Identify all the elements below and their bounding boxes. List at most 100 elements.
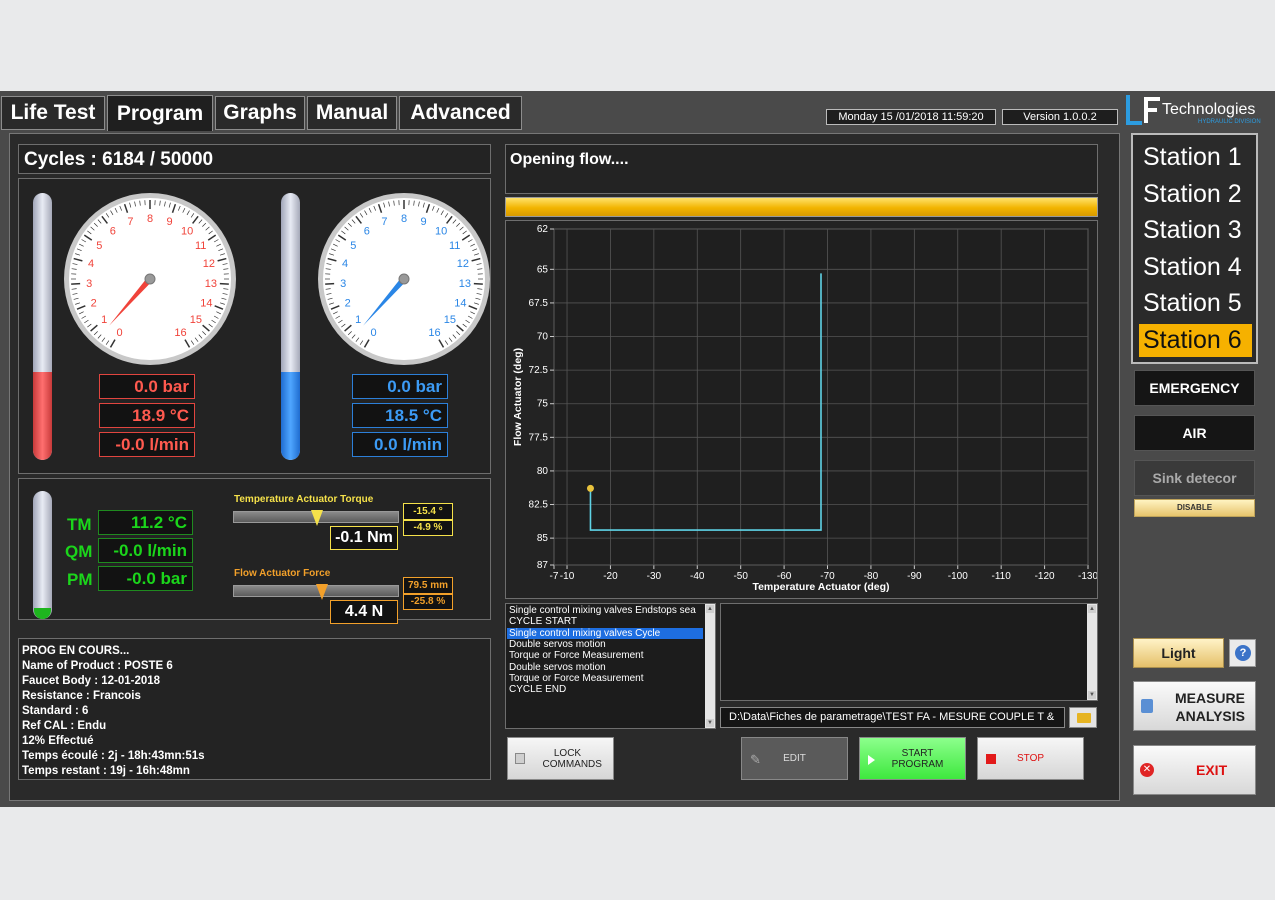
x-tick-label: -100 — [948, 571, 968, 582]
step-item[interactable]: CYCLE START — [509, 616, 705, 627]
app-window: Life Test Program Graphs Manual Advanced… — [0, 91, 1275, 807]
force-title: Flow Actuator Force — [234, 568, 331, 579]
edit-button[interactable]: ✎ EDIT — [741, 737, 848, 780]
brand-name: Technologies — [1162, 101, 1256, 118]
step-item[interactable]: Single control mixing valves Cycle — [507, 627, 703, 639]
gauge-tick-label: 11 — [195, 240, 206, 252]
cycles-counter: Cycles : 6184 / 50000 — [24, 149, 214, 170]
start-program-button[interactable]: START PROGRAM — [859, 737, 966, 780]
qm-value: -0.0 l/min — [98, 538, 193, 563]
station-4[interactable]: Station 4 — [1139, 251, 1252, 284]
edit-label: EDIT — [783, 753, 806, 764]
stop-button[interactable]: STOP — [977, 737, 1084, 780]
folder-icon — [1077, 713, 1091, 723]
folder-open-button[interactable] — [1069, 707, 1097, 728]
tab-life-test[interactable]: Life Test — [1, 96, 105, 130]
blue-pressure-value: 0.0 bar — [352, 374, 448, 399]
y-tick-label: 62 — [537, 224, 549, 235]
force-slider-track[interactable] — [233, 584, 399, 600]
torque-title: Temperature Actuator Torque — [234, 494, 374, 505]
torque-value: -0.1 Nm — [330, 526, 398, 550]
play-icon — [868, 755, 875, 765]
tm-value: 11.2 °C — [98, 510, 193, 535]
disable-button[interactable]: DISABLE — [1134, 499, 1255, 517]
steps-scrollbar[interactable]: ▲ ▼ — [705, 604, 715, 728]
red-pressure-value: 0.0 bar — [99, 374, 195, 399]
y-tick-label: 67.5 — [529, 298, 549, 309]
tab-manual[interactable]: Manual — [307, 96, 397, 130]
light-button[interactable]: Light — [1133, 638, 1224, 668]
status-panel: Opening flow.... — [505, 144, 1098, 194]
tab-program[interactable]: Program — [107, 95, 213, 131]
torque-angle: -15.4 ° — [403, 503, 453, 520]
step-item[interactable]: Torque or Force Measurement — [509, 650, 705, 661]
force-slider-knob[interactable] — [315, 584, 328, 600]
file-path-field[interactable]: D:\Data\Fiches de parametrage\TEST FA - … — [720, 707, 1065, 728]
measure-analysis-button[interactable]: MEASURE ANALYSIS — [1133, 681, 1256, 731]
gauge-tick-label: 15 — [444, 314, 456, 326]
gauge-tick-label: 5 — [96, 240, 102, 252]
gauge-tick-label: 1 — [355, 314, 361, 326]
exit-icon: ✕ — [1140, 763, 1154, 777]
step-item[interactable]: Double servos motion — [509, 662, 705, 673]
station-3[interactable]: Station 3 — [1139, 214, 1252, 247]
gauge-tick-label: 10 — [181, 226, 193, 238]
x-tick-label: -110 — [992, 571, 1012, 582]
y-tick-label: 65 — [537, 264, 549, 275]
lock-commands-button[interactable]: LOCK COMMANDS — [507, 737, 614, 780]
gauge-tick-label: 12 — [457, 258, 469, 270]
temp-tube-red — [33, 193, 52, 460]
main-panel: Cycles : 6184 / 50000 0 1 2 3 4 5 6 7 8 9 10 11 12 13… — [9, 133, 1120, 801]
info-line: Faucet Body : 12-01-2018 — [22, 675, 161, 687]
force-position: 79.5 mm — [403, 577, 453, 594]
gauge-tick-label: 8 — [147, 213, 153, 225]
mixed-panel: TM 11.2 °C QM -0.0 l/min PM -0.0 bar Tem… — [18, 478, 491, 624]
help-icon: ? — [1235, 645, 1251, 661]
step-item[interactable]: Torque or Force Measurement — [509, 673, 705, 684]
step-item[interactable]: Single control mixing valves Endstops se… — [509, 605, 705, 616]
torque-slider-track[interactable] — [233, 510, 399, 526]
station-1[interactable]: Station 1 — [1139, 141, 1252, 174]
program-info-panel: PROG EN COURS... Name of Product : POSTE… — [18, 638, 491, 780]
gauge-tick-label: 1 — [101, 314, 107, 326]
help-button[interactable]: ? — [1229, 639, 1256, 667]
y-tick-label: 85 — [537, 533, 549, 544]
gauge-hub — [144, 273, 156, 285]
gauge-tick-label: 4 — [342, 258, 348, 270]
gauge-tick-label: 4 — [88, 258, 94, 270]
measure-analysis-label: MEASURE ANALYSIS — [1174, 690, 1245, 724]
chart-panel: -7 -10 -20 -30 -40 -50 -60 -70 -80 -90 -100 -110 -12… — [505, 220, 1098, 599]
gauge-tick-label: 13 — [205, 278, 217, 290]
exit-button[interactable]: ✕ EXIT — [1133, 745, 1256, 795]
gauge-tick — [325, 282, 335, 285]
y-tick-label: 70 — [537, 332, 549, 343]
station-6[interactable]: Station 6 — [1139, 323, 1252, 357]
station-2[interactable]: Station 2 — [1139, 178, 1252, 211]
station-list: Station 1 Station 2 Station 3 Station 4 Stat… — [1131, 133, 1258, 364]
log-scrollbar[interactable]: ▲ ▼ — [1087, 604, 1097, 700]
torque-slider-knob[interactable] — [311, 510, 323, 526]
pressure-gauge-red: 01234567 8 910111213141516 — [64, 193, 236, 365]
step-item[interactable]: Double servos motion — [509, 639, 705, 650]
gauge-tick-label: 14 — [454, 297, 466, 309]
info-line: Temps restant : 19j - 16h:48mn — [22, 765, 190, 777]
station-5[interactable]: Station 5 — [1139, 287, 1252, 320]
step-item[interactable]: CYCLE END — [509, 684, 705, 695]
pm-value: -0.0 bar — [98, 566, 193, 591]
info-line: Standard : 6 — [22, 705, 89, 717]
gauge-tick-label: 2 — [91, 297, 97, 309]
log-panel: ▲ ▼ — [720, 603, 1098, 701]
tab-advanced[interactable]: Advanced — [399, 96, 522, 130]
exit-label: EXIT — [1196, 762, 1228, 778]
gauge-tick-label: 3 — [340, 278, 346, 290]
tab-graphs[interactable]: Graphs — [215, 96, 305, 130]
stop-label: STOP — [1016, 753, 1045, 764]
x-tick-label: -50 — [733, 571, 748, 582]
gauge-tick-label: 5 — [350, 240, 356, 252]
gauge-tick-label: 16 — [428, 327, 440, 339]
gauge-tick-label: 12 — [203, 258, 215, 270]
info-line: Resistance : Francois — [22, 690, 141, 702]
steps-list[interactable]: ▲ ▼ Single control mixing valves Endstop… — [505, 603, 716, 729]
y-tick-label: 72.5 — [529, 365, 549, 376]
x-tick-label: -130 — [1078, 571, 1097, 582]
